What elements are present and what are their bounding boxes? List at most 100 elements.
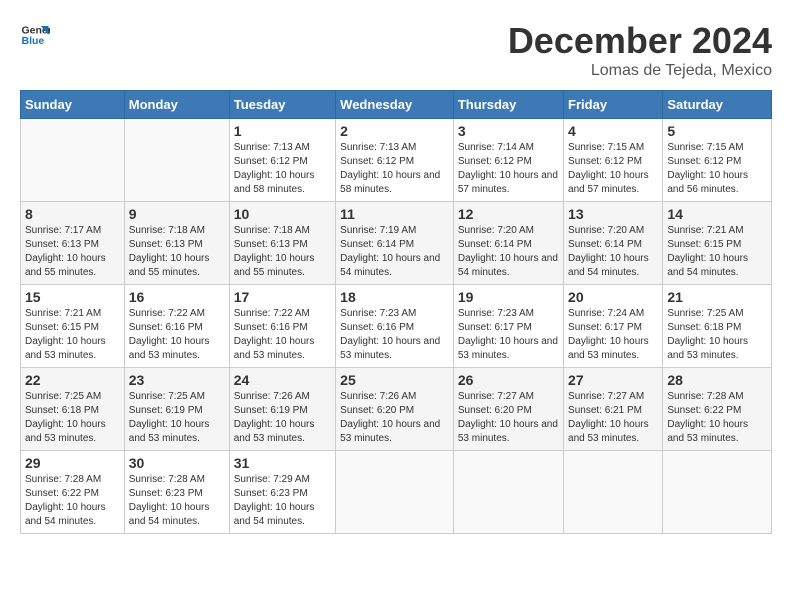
day-number: 11 xyxy=(340,206,449,222)
calendar-cell: 5 Sunrise: 7:15 AMSunset: 6:12 PMDaylight… xyxy=(663,119,772,202)
day-number: 20 xyxy=(568,289,658,305)
day-number: 5 xyxy=(667,123,767,139)
calendar-cell: 10 Sunrise: 7:18 AMSunset: 6:13 PMDayligh… xyxy=(229,202,335,285)
calendar-cell: 14Sunrise: 7:21 AMSunset: 6:15 PMDayligh… xyxy=(663,202,772,285)
day-info: Sunrise: 7:17 AMSunset: 6:13 PMDaylight:… xyxy=(25,224,120,280)
day-number: 8 xyxy=(25,206,120,222)
calendar-cell: 20 Sunrise: 7:24 AMSunset: 6:17 PMDayligh… xyxy=(564,285,663,368)
day-number: 13 xyxy=(568,206,658,222)
day-info: Sunrise: 7:18 AMSunset: 6:13 PMDaylight:… xyxy=(129,224,225,280)
day-info: Sunrise: 7:22 AMSunset: 6:16 PMDaylight:… xyxy=(129,307,225,363)
day-number: 14 xyxy=(667,206,767,222)
weekday-header-row: SundayMondayTuesdayWednesdayThursdayFrid… xyxy=(21,91,772,119)
day-info: Sunrise: 7:20 AMSunset: 6:14 PMDaylight:… xyxy=(458,224,559,280)
calendar-cell xyxy=(336,451,454,534)
day-number: 27 xyxy=(568,372,658,388)
calendar-week-row: 29 Sunrise: 7:28 AMSunset: 6:22 PMDayligh… xyxy=(21,451,772,534)
day-info: Sunrise: 7:13 AMSunset: 6:12 PMDaylight:… xyxy=(340,141,449,197)
calendar-cell: 16 Sunrise: 7:22 AMSunset: 6:16 PMDayligh… xyxy=(124,285,229,368)
day-number: 15 xyxy=(25,289,120,305)
day-info: Sunrise: 7:15 AMSunset: 6:12 PMDaylight:… xyxy=(667,141,767,197)
day-number: 4 xyxy=(568,123,658,139)
calendar-week-row: 1Sunrise: 7:13 AMSunset: 6:12 PMDaylight… xyxy=(21,119,772,202)
calendar-cell: 30 Sunrise: 7:28 AMSunset: 6:23 PMDayligh… xyxy=(124,451,229,534)
day-number: 18 xyxy=(340,289,449,305)
calendar-cell xyxy=(564,451,663,534)
logo-icon: General Blue xyxy=(20,20,50,50)
day-info: Sunrise: 7:25 AMSunset: 6:19 PMDaylight:… xyxy=(129,390,225,446)
calendar-week-row: 15 Sunrise: 7:21 AMSunset: 6:15 PMDayligh… xyxy=(21,285,772,368)
day-number: 19 xyxy=(458,289,559,305)
calendar-cell: 22 Sunrise: 7:25 AMSunset: 6:18 PMDayligh… xyxy=(21,368,125,451)
day-info: Sunrise: 7:29 AMSunset: 6:23 PMDaylight:… xyxy=(234,473,331,529)
day-info: Sunrise: 7:19 AMSunset: 6:14 PMDaylight:… xyxy=(340,224,449,280)
day-number: 12 xyxy=(458,206,559,222)
calendar-table: SundayMondayTuesdayWednesdayThursdayFrid… xyxy=(20,90,772,534)
day-info: Sunrise: 7:14 AMSunset: 6:12 PMDaylight:… xyxy=(458,141,559,197)
day-info: Sunrise: 7:23 AMSunset: 6:16 PMDaylight:… xyxy=(340,307,449,363)
day-number: 23 xyxy=(129,372,225,388)
day-info: Sunrise: 7:25 AMSunset: 6:18 PMDaylight:… xyxy=(25,390,120,446)
calendar-cell: 1Sunrise: 7:13 AMSunset: 6:12 PMDaylight… xyxy=(229,119,335,202)
page-header: General Blue December 2024 Lomas de Teje… xyxy=(20,20,772,80)
calendar-cell: 15 Sunrise: 7:21 AMSunset: 6:15 PMDayligh… xyxy=(21,285,125,368)
location-title: Lomas de Tejeda, Mexico xyxy=(508,62,772,80)
day-number: 29 xyxy=(25,455,120,471)
day-number: 31 xyxy=(234,455,331,471)
day-info: Sunrise: 7:26 AMSunset: 6:19 PMDaylight:… xyxy=(234,390,331,446)
calendar-cell: 19 Sunrise: 7:23 AMSunset: 6:17 PMDayligh… xyxy=(453,285,563,368)
day-info: Sunrise: 7:28 AMSunset: 6:23 PMDaylight:… xyxy=(129,473,225,529)
calendar-cell: 29 Sunrise: 7:28 AMSunset: 6:22 PMDayligh… xyxy=(21,451,125,534)
day-number: 9 xyxy=(129,206,225,222)
calendar-cell: 28Sunrise: 7:28 AMSunset: 6:22 PMDayligh… xyxy=(663,368,772,451)
weekday-header: Tuesday xyxy=(229,91,335,119)
calendar-cell: 17 Sunrise: 7:22 AMSunset: 6:16 PMDayligh… xyxy=(229,285,335,368)
day-info: Sunrise: 7:24 AMSunset: 6:17 PMDaylight:… xyxy=(568,307,658,363)
calendar-cell: 23 Sunrise: 7:25 AMSunset: 6:19 PMDayligh… xyxy=(124,368,229,451)
day-info: Sunrise: 7:21 AMSunset: 6:15 PMDaylight:… xyxy=(25,307,120,363)
day-info: Sunrise: 7:26 AMSunset: 6:20 PMDaylight:… xyxy=(340,390,449,446)
day-info: Sunrise: 7:22 AMSunset: 6:16 PMDaylight:… xyxy=(234,307,331,363)
day-info: Sunrise: 7:27 AMSunset: 6:20 PMDaylight:… xyxy=(458,390,559,446)
day-number: 26 xyxy=(458,372,559,388)
day-number: 22 xyxy=(25,372,120,388)
day-info: Sunrise: 7:23 AMSunset: 6:17 PMDaylight:… xyxy=(458,307,559,363)
calendar-cell: 2Sunrise: 7:13 AMSunset: 6:12 PMDaylight… xyxy=(336,119,454,202)
day-number: 25 xyxy=(340,372,449,388)
svg-text:Blue: Blue xyxy=(22,35,45,47)
calendar-cell: 8 Sunrise: 7:17 AMSunset: 6:13 PMDaylight… xyxy=(21,202,125,285)
weekday-header: Friday xyxy=(564,91,663,119)
calendar-cell: 13 Sunrise: 7:20 AMSunset: 6:14 PMDayligh… xyxy=(564,202,663,285)
day-number: 30 xyxy=(129,455,225,471)
calendar-week-row: 8 Sunrise: 7:17 AMSunset: 6:13 PMDaylight… xyxy=(21,202,772,285)
title-area: December 2024 Lomas de Tejeda, Mexico xyxy=(508,20,772,80)
day-info: Sunrise: 7:15 AMSunset: 6:12 PMDaylight:… xyxy=(568,141,658,197)
weekday-header: Saturday xyxy=(663,91,772,119)
day-info: Sunrise: 7:27 AMSunset: 6:21 PMDaylight:… xyxy=(568,390,658,446)
day-number: 17 xyxy=(234,289,331,305)
day-info: Sunrise: 7:25 AMSunset: 6:18 PMDaylight:… xyxy=(667,307,767,363)
day-number: 10 xyxy=(234,206,331,222)
calendar-cell xyxy=(21,119,125,202)
day-number: 3 xyxy=(458,123,559,139)
calendar-cell xyxy=(663,451,772,534)
day-number: 21 xyxy=(667,289,767,305)
weekday-header: Wednesday xyxy=(336,91,454,119)
weekday-header: Sunday xyxy=(21,91,125,119)
calendar-cell xyxy=(453,451,563,534)
day-info: Sunrise: 7:18 AMSunset: 6:13 PMDaylight:… xyxy=(234,224,331,280)
day-number: 24 xyxy=(234,372,331,388)
day-info: Sunrise: 7:28 AMSunset: 6:22 PMDaylight:… xyxy=(25,473,120,529)
calendar-cell: 21 Sunrise: 7:25 AMSunset: 6:18 PMDayligh… xyxy=(663,285,772,368)
calendar-cell: 11 Sunrise: 7:19 AMSunset: 6:14 PMDayligh… xyxy=(336,202,454,285)
calendar-cell xyxy=(124,119,229,202)
day-info: Sunrise: 7:20 AMSunset: 6:14 PMDaylight:… xyxy=(568,224,658,280)
day-number: 16 xyxy=(129,289,225,305)
weekday-header: Thursday xyxy=(453,91,563,119)
logo: General Blue xyxy=(20,20,50,50)
calendar-cell: 9 Sunrise: 7:18 AMSunset: 6:13 PMDaylight… xyxy=(124,202,229,285)
day-info: Sunrise: 7:28 AMSunset: 6:22 PMDaylight:… xyxy=(667,390,767,446)
calendar-cell: 25 Sunrise: 7:26 AMSunset: 6:20 PMDayligh… xyxy=(336,368,454,451)
calendar-cell: 31 Sunrise: 7:29 AMSunset: 6:23 PMDayligh… xyxy=(229,451,335,534)
month-title: December 2024 xyxy=(508,20,772,62)
